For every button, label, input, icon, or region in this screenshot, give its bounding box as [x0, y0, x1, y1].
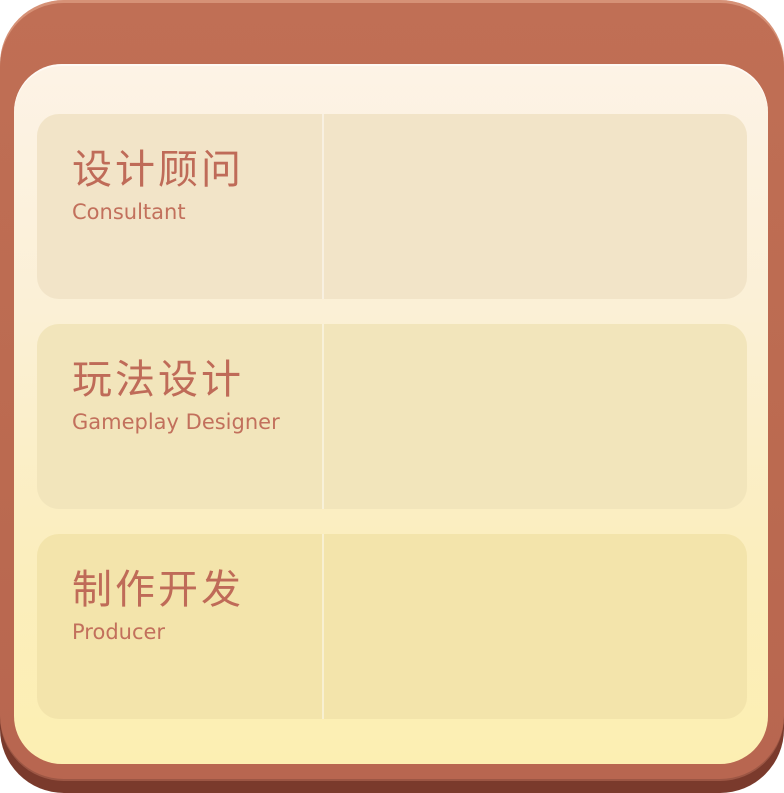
credits-panel: 设计顾问 Consultant 玩法设计 Gameplay Designer 制…: [0, 0, 784, 793]
credit-row-producer: 制作开发 Producer: [37, 534, 747, 719]
role-title-cn: 玩法设计: [72, 357, 244, 403]
credit-name-area: [324, 324, 747, 509]
role-title-en: Consultant: [72, 200, 186, 224]
role-title-en: Producer: [72, 620, 166, 644]
credit-row-gameplay-designer: 玩法设计 Gameplay Designer: [37, 324, 747, 509]
role-title-en: Gameplay Designer: [72, 410, 280, 434]
role-title-cn: 制作开发: [72, 567, 244, 613]
credit-name-area: [324, 534, 747, 719]
credit-name-area: [324, 114, 747, 299]
role-title-cn: 设计顾问: [72, 147, 244, 193]
credit-row-consultant: 设计顾问 Consultant: [37, 114, 747, 299]
